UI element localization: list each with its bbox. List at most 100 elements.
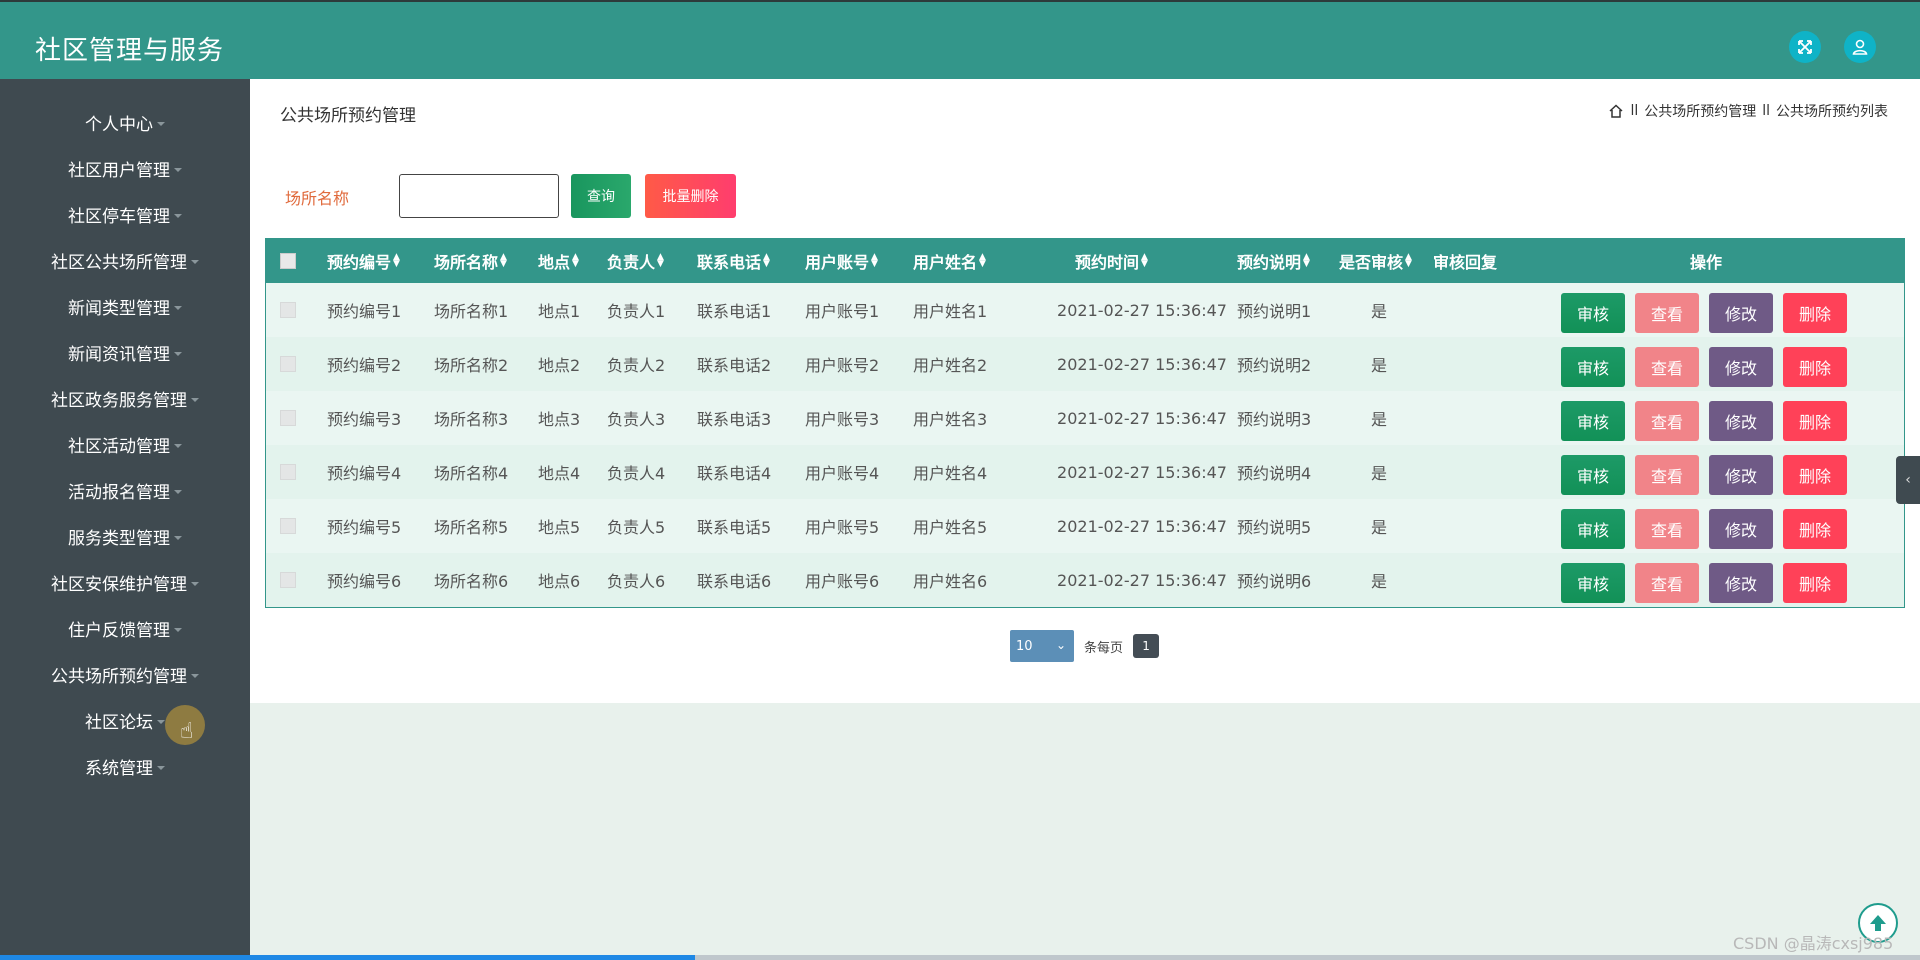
sidebar-item-public-places[interactable]: 社区公共场所管理 [0, 240, 250, 280]
sidebar-item-news[interactable]: 新闻资讯管理 [0, 332, 250, 372]
edit-button[interactable]: 修改 [1709, 293, 1773, 333]
cell-manager: 负责人5 [607, 518, 666, 537]
audit-button[interactable]: 审核 [1561, 293, 1625, 333]
table-row: 预约编号2 场所名称2 地点2 负责人2 联系电话2 用户账号2 用户姓名2 2021-02-… [266, 337, 1904, 391]
home-icon[interactable] [1608, 103, 1624, 119]
cell-booking-note: 预约说明1 [1237, 302, 1312, 321]
user-button[interactable] [1844, 31, 1876, 63]
delete-button[interactable]: 删除 [1783, 401, 1847, 441]
col-header-booking-time[interactable]: 预约时间 ▲ ▼ [1075, 239, 1149, 283]
sidebar: 个人中心 社区用户管理 社区停车管理 社区公共场所管理 新闻类型管理 新闻资讯管… [0, 79, 250, 960]
audit-button[interactable]: 审核 [1561, 401, 1625, 441]
delete-button[interactable]: 删除 [1783, 293, 1847, 333]
cell-booking-time: 2021-02-27 15:36:47 [1057, 408, 1227, 428]
sidebar-item-security[interactable]: 社区安保维护管理 [0, 562, 250, 602]
delete-button[interactable]: 删除 [1783, 509, 1847, 549]
cell-user-name: 用户姓名6 [913, 572, 988, 591]
col-header-place-name[interactable]: 场所名称 ▲ ▼ [434, 239, 508, 283]
sidebar-item-service-types[interactable]: 服务类型管理 [0, 516, 250, 556]
main-panel: 公共场所预约管理 ll 公共场所预约管理 ll 公共场所预约列表 场所名称 查询… [250, 79, 1920, 703]
view-button[interactable]: 查看 [1635, 401, 1699, 441]
delete-button[interactable]: 删除 [1783, 455, 1847, 495]
edit-button[interactable]: 修改 [1709, 455, 1773, 495]
batch-delete-button[interactable]: 批量删除 [645, 174, 736, 218]
per-page-label: 条每页 [1084, 640, 1124, 656]
table-header: 预约编号 ▲ ▼ 场所名称 ▲ ▼ 地点 ▲ ▼ 负责人 ▲ ▼ 联系电话 ▲ ▼ 用户账号 ▲ ▼ 用… [266, 239, 1904, 283]
caret-down-icon [174, 489, 182, 494]
cell-audited: 是 [1370, 518, 1387, 537]
row-checkbox[interactable] [280, 410, 296, 426]
sidebar-item-community-users[interactable]: 社区用户管理 [0, 148, 250, 188]
place-name-input[interactable] [399, 174, 559, 218]
row-checkbox[interactable] [280, 572, 296, 588]
cell-account: 用户账号6 [805, 572, 880, 591]
caret-down-icon [191, 259, 199, 264]
cell-audited: 是 [1370, 356, 1387, 375]
row-checkbox[interactable] [280, 356, 296, 372]
cell-phone: 联系电话5 [697, 518, 772, 537]
caret-down-icon [174, 351, 182, 356]
breadcrumb-item-module[interactable]: 公共场所预约管理 [1644, 101, 1756, 121]
sidebar-item-news-types[interactable]: 新闻类型管理 [0, 286, 250, 326]
cell-phone: 联系电话3 [697, 410, 772, 429]
col-header-user-name[interactable]: 用户姓名 ▲ ▼ [913, 239, 987, 283]
delete-button[interactable]: 删除 [1783, 347, 1847, 387]
col-header-audited[interactable]: 是否审核 ▲ ▼ [1339, 239, 1413, 283]
sidebar-item-system[interactable]: 系统管理 [0, 746, 250, 786]
col-header-booking-no[interactable]: 预约编号 ▲ ▼ [327, 239, 401, 283]
view-button[interactable]: 查看 [1635, 455, 1699, 495]
cell-audited: 是 [1370, 464, 1387, 483]
watermark: CSDN @晶涛cxsj985 [1733, 934, 1894, 953]
edit-button[interactable]: 修改 [1709, 509, 1773, 549]
col-header-location[interactable]: 地点 ▲ ▼ [538, 239, 580, 283]
row-checkbox[interactable] [280, 302, 296, 318]
sidebar-item-forum[interactable]: 社区论坛 [0, 700, 250, 740]
row-checkbox[interactable] [280, 464, 296, 480]
col-header-account[interactable]: 用户账号 ▲ ▼ [805, 239, 879, 283]
cell-user-name: 用户姓名5 [913, 518, 988, 537]
select-all-checkbox[interactable] [280, 253, 296, 269]
cell-user-name: 用户姓名1 [913, 302, 988, 321]
audit-button[interactable]: 审核 [1561, 455, 1625, 495]
pagination: 10 ⌄ 条每页 1 [1010, 630, 1160, 662]
audit-button[interactable]: 审核 [1561, 563, 1625, 603]
col-header-actions: 操作 [1690, 253, 1723, 272]
sort-icon: ▲ ▼ [763, 252, 770, 269]
view-button[interactable]: 查看 [1635, 293, 1699, 333]
row-checkbox[interactable] [280, 518, 296, 534]
view-button[interactable]: 查看 [1635, 509, 1699, 549]
page-size-select[interactable]: 10 ⌄ [1010, 630, 1074, 662]
cell-account: 用户账号3 [805, 410, 880, 429]
query-button[interactable]: 查询 [571, 174, 631, 218]
edit-button[interactable]: 修改 [1709, 401, 1773, 441]
sidebar-item-activities[interactable]: 社区活动管理 [0, 424, 250, 464]
collapse-panel-tab[interactable]: ‹ [1896, 456, 1920, 504]
edit-button[interactable]: 修改 [1709, 563, 1773, 603]
view-button[interactable]: 查看 [1635, 347, 1699, 387]
cell-place-name: 场所名称6 [434, 572, 509, 591]
sidebar-item-personal-center[interactable]: 个人中心 [0, 102, 250, 142]
breadcrumb: ll 公共场所预约管理 ll 公共场所预约列表 [1608, 101, 1888, 121]
col-header-booking-note[interactable]: 预约说明 ▲ ▼ [1237, 239, 1311, 283]
audit-button[interactable]: 审核 [1561, 509, 1625, 549]
place-name-label: 场所名称 [285, 189, 350, 208]
sidebar-item-feedback[interactable]: 住户反馈管理 [0, 608, 250, 648]
page-button-current[interactable]: 1 [1133, 634, 1160, 658]
view-button[interactable]: 查看 [1635, 563, 1699, 603]
audit-button[interactable]: 审核 [1561, 347, 1625, 387]
cell-manager: 负责人1 [607, 302, 666, 321]
edit-button[interactable]: 修改 [1709, 347, 1773, 387]
col-header-manager[interactable]: 负责人 ▲ ▼ [607, 239, 665, 283]
cell-booking-note: 预约说明5 [1237, 518, 1312, 537]
sidebar-item-gov-services[interactable]: 社区政务服务管理 [0, 378, 250, 418]
cell-booking-no: 预约编号1 [327, 302, 402, 321]
cell-booking-time: 2021-02-27 15:36:47 [1057, 570, 1227, 590]
fullscreen-button[interactable] [1789, 31, 1821, 63]
cell-booking-time: 2021-02-27 15:36:47 [1057, 300, 1227, 320]
cell-booking-no: 预约编号4 [327, 464, 402, 483]
col-header-phone[interactable]: 联系电话 ▲ ▼ [697, 239, 771, 283]
sidebar-item-place-booking[interactable]: 公共场所预约管理 [0, 654, 250, 694]
sidebar-item-activity-signup[interactable]: 活动报名管理 [0, 470, 250, 510]
delete-button[interactable]: 删除 [1783, 563, 1847, 603]
sidebar-item-parking[interactable]: 社区停车管理 [0, 194, 250, 234]
